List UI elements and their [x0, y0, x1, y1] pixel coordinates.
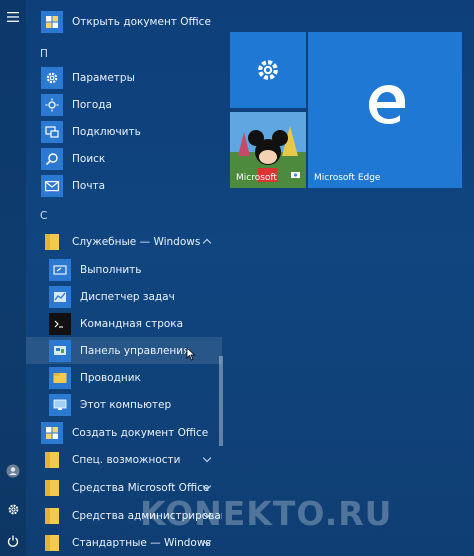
app-list: Открыть документ Office П Параметры Пого… [26, 0, 222, 556]
run-icon [49, 258, 71, 281]
item-label: Средства Microsoft Office [72, 481, 210, 494]
item-label: Служебные — Windows [72, 235, 201, 248]
scrollbar[interactable] [219, 356, 223, 446]
item-label: Стандартные — Windows [72, 536, 211, 549]
folder-icon [41, 231, 63, 253]
tile-label: Microsoft [236, 173, 277, 183]
hamburger-icon[interactable] [0, 4, 26, 30]
list-item-mail[interactable]: Почта [26, 172, 222, 199]
letter-header-s[interactable]: С [40, 210, 47, 222]
camera-icon [291, 163, 300, 182]
list-item-this-pc[interactable]: Этот компьютер [26, 391, 222, 418]
list-item-connect[interactable]: Подключить [26, 118, 222, 145]
list-item-new-office-doc[interactable]: Создать документ Office [26, 419, 222, 446]
folder-windows-accessories[interactable]: Служебные — Windows [26, 228, 222, 255]
folder-icon [41, 449, 63, 471]
item-label: Параметры [72, 71, 135, 84]
gear-icon [255, 57, 281, 87]
list-item-settings[interactable]: Параметры [26, 64, 222, 91]
list-item-task-manager[interactable]: Диспетчер задач [26, 283, 222, 310]
item-label: Выполнить [80, 263, 142, 276]
folder-icon [41, 477, 63, 499]
letter-header-p[interactable]: П [40, 48, 48, 60]
folder-icon [41, 505, 63, 527]
gear-icon [41, 66, 63, 89]
item-label: Почта [72, 179, 106, 192]
item-label: Спец. возможности [72, 453, 181, 466]
folder-icon [41, 532, 63, 554]
control-panel-icon [49, 339, 71, 362]
tile-label: Microsoft Edge [314, 173, 381, 183]
chevron-up-icon[interactable] [202, 238, 212, 248]
list-item-explorer[interactable]: Проводник [26, 364, 222, 391]
list-item-run[interactable]: Выполнить [26, 256, 222, 283]
edge-icon [365, 84, 405, 128]
chevron-down-icon[interactable] [202, 453, 212, 463]
power-icon[interactable] [0, 528, 26, 554]
list-item-weather[interactable]: Погода [26, 91, 222, 118]
user-icon[interactable] [0, 458, 26, 484]
list-item-open-office[interactable]: Открыть документ Office [26, 8, 222, 35]
gear-icon[interactable] [0, 496, 26, 522]
item-label: Подключить [72, 125, 141, 138]
command-prompt-icon [49, 312, 71, 335]
item-label: Диспетчер задач [80, 290, 175, 303]
mail-icon [41, 174, 63, 197]
task-manager-icon [49, 285, 71, 308]
office-icon [41, 10, 63, 33]
item-label: Поиск [72, 152, 106, 165]
folder-windows-standard[interactable]: Стандартные — Windows [26, 529, 222, 556]
item-label: Панель управления [80, 344, 190, 357]
computer-icon [49, 393, 71, 416]
item-label: Создать документ Office [72, 426, 209, 439]
list-item-cmd[interactable]: Командная строка [26, 310, 222, 337]
item-label: Погода [72, 98, 112, 111]
item-label: Открыть документ Office [72, 15, 211, 28]
mouse-cursor-icon [186, 346, 196, 365]
list-item-search[interactable]: Поиск [26, 145, 222, 172]
connect-icon [41, 120, 63, 143]
tile-settings[interactable] [230, 32, 306, 108]
item-label: Этот компьютер [80, 398, 172, 411]
start-menu: Открыть документ Office П Параметры Пого… [0, 0, 474, 556]
folder-accessibility[interactable]: Спец. возможности [26, 446, 222, 473]
office-icon [41, 421, 63, 444]
watermark: KONEKTO.RU [140, 494, 393, 533]
item-label: Командная строка [80, 317, 184, 330]
item-label: Проводник [80, 371, 141, 384]
tile-photos[interactable]: Microsoft [230, 112, 306, 188]
file-explorer-icon [49, 366, 71, 389]
tile-edge[interactable]: Microsoft Edge [308, 32, 462, 188]
weather-icon [41, 93, 63, 116]
search-icon [41, 147, 63, 170]
left-rail [0, 0, 26, 556]
